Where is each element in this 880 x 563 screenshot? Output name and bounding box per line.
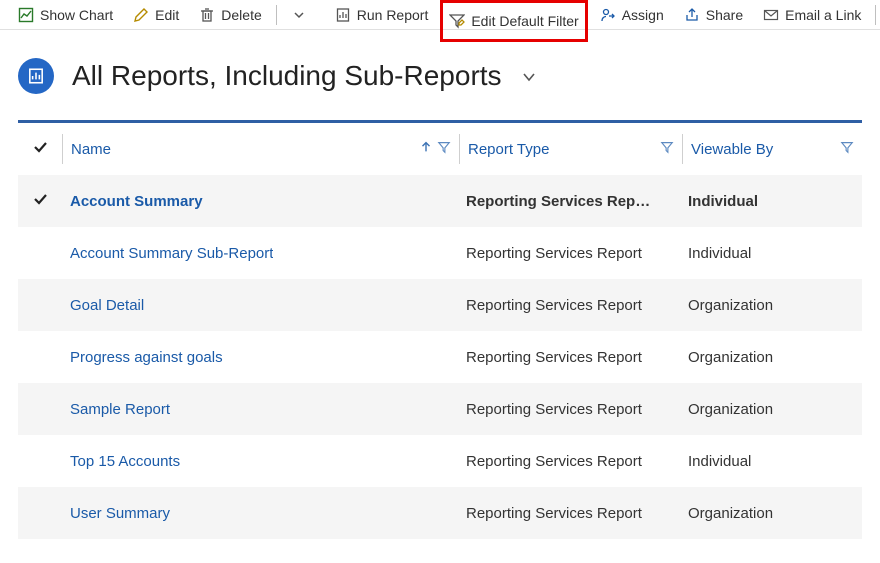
viewable-by-cell: Organization (680, 401, 862, 418)
report-link[interactable]: Progress against goals (70, 349, 223, 366)
view-header-text: Viewable By (691, 141, 773, 158)
viewable-by-cell: Individual (680, 245, 862, 262)
report-type-cell: Reporting Services Report (458, 245, 680, 262)
report-link[interactable]: Goal Detail (70, 297, 144, 314)
viewable-by-cell: Individual (680, 453, 862, 470)
command-bar: Show Chart Edit Delete Run Report Edit D… (0, 0, 880, 30)
report-link[interactable]: Account Summary Sub-Report (70, 245, 273, 262)
report-type-cell: Reporting Services Report (458, 505, 680, 522)
report-link[interactable]: Top 15 Accounts (70, 453, 180, 470)
name-cell: Account Summary (62, 193, 458, 210)
viewable-by-cell: Individual (680, 193, 862, 210)
report-icon (27, 67, 45, 85)
name-cell: Sample Report (62, 401, 458, 418)
email-icon (763, 7, 779, 23)
name-cell: Account Summary Sub-Report (62, 245, 458, 262)
page-title: All Reports, Including Sub-Reports (72, 60, 537, 92)
page-header: All Reports, Including Sub-Reports (0, 30, 880, 120)
assign-label: Assign (622, 7, 664, 23)
name-cell: Top 15 Accounts (62, 453, 458, 470)
report-type-cell: Reporting Services Rep… (458, 193, 680, 210)
chevron-down-icon (521, 69, 537, 85)
grid-body: Account SummaryReporting Services Rep…In… (18, 175, 862, 539)
viewable-by-cell: Organization (680, 505, 862, 522)
type-header-text: Report Type (468, 141, 549, 158)
view-dropdown[interactable] (521, 60, 537, 91)
separator (875, 5, 876, 25)
delete-label: Delete (221, 7, 261, 23)
overflow-button[interactable] (283, 4, 315, 26)
chart-icon (18, 7, 34, 23)
entity-badge (18, 58, 54, 94)
assign-icon (600, 7, 616, 23)
view-name: All Reports, Including Sub-Reports (72, 60, 502, 91)
viewable-by-cell: Organization (680, 297, 862, 314)
sort-asc-icon (419, 140, 433, 158)
row-select[interactable] (18, 191, 62, 211)
delete-button[interactable]: Delete (191, 4, 269, 26)
report-type-cell: Reporting Services Report (458, 453, 680, 470)
name-column-header[interactable]: Name (63, 140, 459, 158)
report-type-cell: Reporting Services Report (458, 401, 680, 418)
table-row[interactable]: Account Summary Reporting Services Rep…In… (18, 175, 862, 227)
separator (276, 5, 277, 25)
name-cell: Progress against goals (62, 349, 458, 366)
trash-icon (199, 7, 215, 23)
edit-label: Edit (155, 7, 179, 23)
check-icon (32, 139, 48, 159)
share-icon (684, 7, 700, 23)
show-chart-button[interactable]: Show Chart (10, 4, 121, 26)
check-icon (32, 191, 48, 211)
share-label: Share (706, 7, 743, 23)
select-all-header[interactable] (18, 139, 62, 159)
report-link[interactable]: User Summary (70, 505, 170, 522)
reports-grid: Name Report Type Viewable By Account Sum… (18, 120, 862, 539)
edit-default-filter-button[interactable]: Edit Default Filter (440, 0, 587, 42)
show-chart-label: Show Chart (40, 7, 113, 23)
email-link-button[interactable]: Email a Link (755, 4, 869, 26)
filter-icon[interactable] (437, 140, 451, 158)
report-link[interactable]: Sample Report (70, 401, 170, 418)
grid-header-row: Name Report Type Viewable By (18, 123, 862, 175)
share-button[interactable]: Share (676, 4, 751, 26)
report-icon (335, 7, 351, 23)
table-row[interactable]: Goal Detail Reporting Services ReportOrga… (18, 279, 862, 331)
table-row[interactable]: Sample Report Reporting Services ReportOr… (18, 383, 862, 435)
viewable-by-column-header[interactable]: Viewable By (683, 140, 862, 158)
chevron-down-icon (291, 7, 307, 23)
assign-button[interactable]: Assign (592, 4, 672, 26)
filter-edit-icon (449, 13, 465, 29)
table-row[interactable]: Account Summary Sub-Report Reporting Serv… (18, 227, 862, 279)
pencil-icon (133, 7, 149, 23)
filter-icon[interactable] (840, 140, 854, 158)
table-row[interactable]: User Summary Reporting Services ReportOrg… (18, 487, 862, 539)
run-report-button[interactable]: Run Report (327, 4, 437, 26)
table-row[interactable]: Top 15 Accounts Reporting Services Report… (18, 435, 862, 487)
run-report-label: Run Report (357, 7, 429, 23)
name-cell: User Summary (62, 505, 458, 522)
report-type-cell: Reporting Services Report (458, 297, 680, 314)
report-type-cell: Reporting Services Report (458, 349, 680, 366)
report-link[interactable]: Account Summary (70, 193, 203, 210)
name-header-text: Name (71, 141, 111, 158)
table-row[interactable]: Progress against goals Reporting Services… (18, 331, 862, 383)
edit-default-filter-label: Edit Default Filter (471, 13, 578, 29)
edit-button[interactable]: Edit (125, 4, 187, 26)
email-link-label: Email a Link (785, 7, 861, 23)
name-cell: Goal Detail (62, 297, 458, 314)
viewable-by-cell: Organization (680, 349, 862, 366)
filter-icon[interactable] (660, 140, 674, 158)
report-type-column-header[interactable]: Report Type (460, 140, 682, 158)
